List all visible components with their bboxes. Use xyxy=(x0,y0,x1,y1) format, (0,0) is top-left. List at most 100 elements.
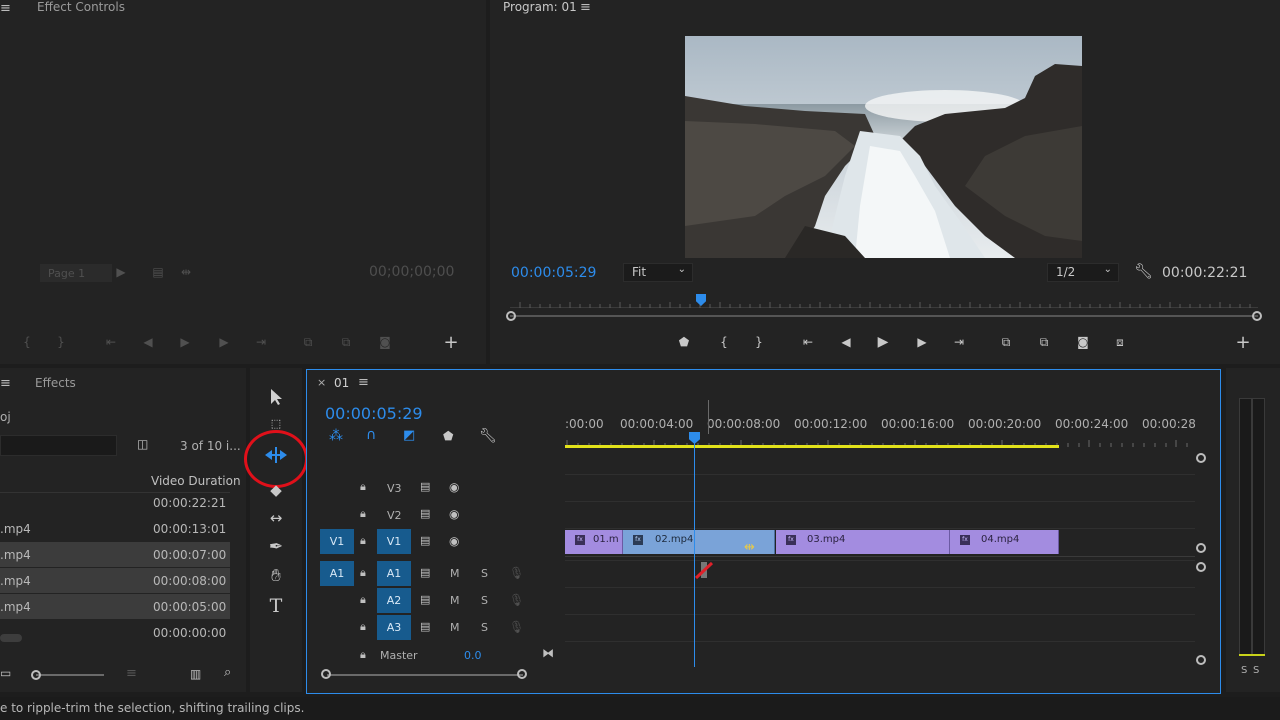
list-item[interactable]: 00:00:22:21 xyxy=(0,490,230,515)
play-button-icon[interactable]: ▶ xyxy=(174,332,196,352)
add-button-icon[interactable]: + xyxy=(1232,333,1254,353)
clip-03[interactable]: fx 03.mp4 xyxy=(776,530,950,554)
play-icon[interactable]: ▶ xyxy=(872,332,894,352)
tab-effects[interactable]: Effects xyxy=(35,376,76,390)
timeline-ruler[interactable]: :00:00 00:00:04:00 00:00:08:00 00:00:12:00 0… xyxy=(565,417,1195,447)
track-label-v3[interactable]: V3 xyxy=(387,482,402,495)
razor-tool-icon[interactable]: ◆ xyxy=(262,476,290,504)
go-to-end-icon[interactable]: ⧓ xyxy=(542,646,554,660)
solo-button[interactable]: S xyxy=(481,594,488,607)
automate-icon[interactable]: ▥ xyxy=(190,667,201,681)
zoom-slider[interactable] xyxy=(36,674,104,676)
step-forward-icon[interactable]: ▶ xyxy=(213,332,235,352)
mute-button[interactable]: M xyxy=(450,594,460,607)
microphone-icon[interactable]: 🎙︎ xyxy=(509,593,524,607)
zoom-slider-handle[interactable] xyxy=(31,670,41,680)
page-dropdown[interactable]: Page 1 xyxy=(40,264,112,282)
go-to-in-icon[interactable]: ⇤ xyxy=(100,332,122,352)
clip-01[interactable]: fx 01.m xyxy=(565,530,623,554)
add-button-icon[interactable]: + xyxy=(440,333,462,353)
program-zoom-bar[interactable] xyxy=(510,315,1258,317)
insert-icon[interactable]: ⧉ xyxy=(297,332,319,352)
mute-button[interactable]: M xyxy=(450,567,460,580)
panel-menu-icon[interactable]: ≡ xyxy=(0,1,11,16)
panel-menu-icon[interactable]: ≡ xyxy=(358,375,369,390)
microphone-icon[interactable]: 🎙︎ xyxy=(509,620,524,634)
project-search-input[interactable] xyxy=(0,435,117,456)
program-current-timecode[interactable]: 00:00:05:29 xyxy=(511,265,596,281)
track-label-a3[interactable]: A3 xyxy=(377,615,411,640)
sync-lock-icon[interactable]: ▤ xyxy=(420,620,430,633)
lock-icon[interactable]: 🔒︎ xyxy=(360,566,366,580)
sync-lock-icon[interactable]: ▤ xyxy=(420,566,430,579)
add-marker-icon[interactable]: ⬟ xyxy=(443,429,453,443)
wrench-icon[interactable]: 🔧︎ xyxy=(479,428,497,444)
play-icon[interactable]: ▶ xyxy=(110,262,132,282)
go-to-in-icon[interactable]: ⇤ xyxy=(797,332,819,352)
v-scroll-video-bottom[interactable] xyxy=(1196,543,1206,553)
track-label-a2[interactable]: A2 xyxy=(377,588,411,613)
eye-icon[interactable]: ◉ xyxy=(449,507,459,521)
filter-icon[interactable]: ▤ xyxy=(147,262,169,282)
lock-icon[interactable]: 🔒︎ xyxy=(360,620,366,634)
slip-tool-icon[interactable]: ↔ xyxy=(262,504,290,532)
eye-icon[interactable]: ◉ xyxy=(449,480,459,494)
work-area-bar[interactable] xyxy=(565,445,1059,448)
solo-button[interactable]: S xyxy=(481,621,488,634)
list-item[interactable]: .mp4 00:00:07:00 xyxy=(0,542,230,567)
list-view-icon[interactable]: ▭ xyxy=(0,666,11,680)
list-item[interactable]: .mp4 00:00:08:00 xyxy=(0,568,230,593)
microphone-icon[interactable]: 🎙︎ xyxy=(509,566,524,580)
list-item[interactable]: .mp4 00:00:05:00 xyxy=(0,594,230,619)
lock-icon[interactable]: 🔒︎ xyxy=(360,593,366,607)
extract-icon[interactable]: ⧉ xyxy=(1033,332,1055,352)
step-forward-icon[interactable]: ▶ xyxy=(911,332,933,352)
clip-04[interactable]: fx 04.mp4 xyxy=(950,530,1059,554)
overwrite-icon[interactable]: ⧉ xyxy=(335,332,357,352)
expand-icon[interactable]: ⇹ xyxy=(175,262,197,282)
selection-tool-icon[interactable] xyxy=(262,387,290,415)
go-to-out-icon[interactable]: ⇥ xyxy=(250,332,272,352)
export-frame-icon[interactable]: ◙ xyxy=(374,332,396,352)
v-scroll-audio-top[interactable] xyxy=(1196,562,1206,572)
add-marker-icon[interactable]: ⬟ xyxy=(673,332,695,352)
sync-lock-icon[interactable]: ▤ xyxy=(420,534,430,547)
export-frame-icon[interactable]: ◙ xyxy=(1072,332,1094,352)
step-back-icon[interactable]: ◀ xyxy=(137,332,159,352)
list-item[interactable]: 00:00:00:00 xyxy=(0,620,230,638)
find-icon[interactable]: ⌕ xyxy=(224,665,231,680)
track-label-v1[interactable]: V1 xyxy=(377,529,411,554)
mark-in-icon[interactable]: { xyxy=(713,332,735,352)
lift-icon[interactable]: ⧉ xyxy=(995,332,1017,352)
column-header-duration[interactable]: Video Duration xyxy=(151,474,241,488)
source-patch-a1[interactable]: A1 xyxy=(320,561,354,586)
track-label-v2[interactable]: V2 xyxy=(387,509,402,522)
panel-menu-icon[interactable]: ≡ xyxy=(580,0,591,15)
sort-icon[interactable]: ≡ xyxy=(126,666,137,681)
sync-lock-icon[interactable]: ▤ xyxy=(420,593,430,606)
snap-icon[interactable]: ∩ xyxy=(366,427,376,443)
eye-icon[interactable]: ◉ xyxy=(449,534,459,548)
solo-right-button[interactable]: S xyxy=(1253,665,1259,676)
h-scroll-left[interactable] xyxy=(321,669,331,679)
mark-out-icon[interactable]: } xyxy=(748,332,770,352)
step-back-icon[interactable]: ◀ xyxy=(835,332,857,352)
v-scroll-bottom[interactable] xyxy=(1196,655,1206,665)
v-scroll-top[interactable] xyxy=(1196,453,1206,463)
search-bin-icon[interactable]: ◫ xyxy=(137,437,148,451)
resolution-dropdown[interactable]: 1/2 ⌄ xyxy=(1047,263,1119,282)
pen-tool-icon[interactable]: ✒ xyxy=(262,533,290,561)
lock-icon[interactable]: 🔒︎ xyxy=(360,480,366,494)
zoom-handle-right[interactable] xyxy=(1252,311,1262,321)
hand-tool-icon[interactable]: ✋︎ xyxy=(262,562,290,590)
panel-menu-icon[interactable]: ≡ xyxy=(0,376,11,391)
track-select-tool-icon[interactable]: ⬚ xyxy=(262,417,290,431)
h-scrollbar[interactable] xyxy=(327,674,523,676)
compare-icon[interactable]: ⧈ xyxy=(1109,332,1131,352)
project-scrollbar[interactable] xyxy=(0,634,22,642)
timeline-tab[interactable]: 01 xyxy=(334,376,349,390)
master-value[interactable]: 0.0 xyxy=(464,649,482,662)
fit-dropdown[interactable]: Fit ⌄ xyxy=(623,263,693,282)
solo-left-button[interactable]: S xyxy=(1241,665,1247,676)
program-title[interactable]: Program: 01 xyxy=(503,0,577,14)
